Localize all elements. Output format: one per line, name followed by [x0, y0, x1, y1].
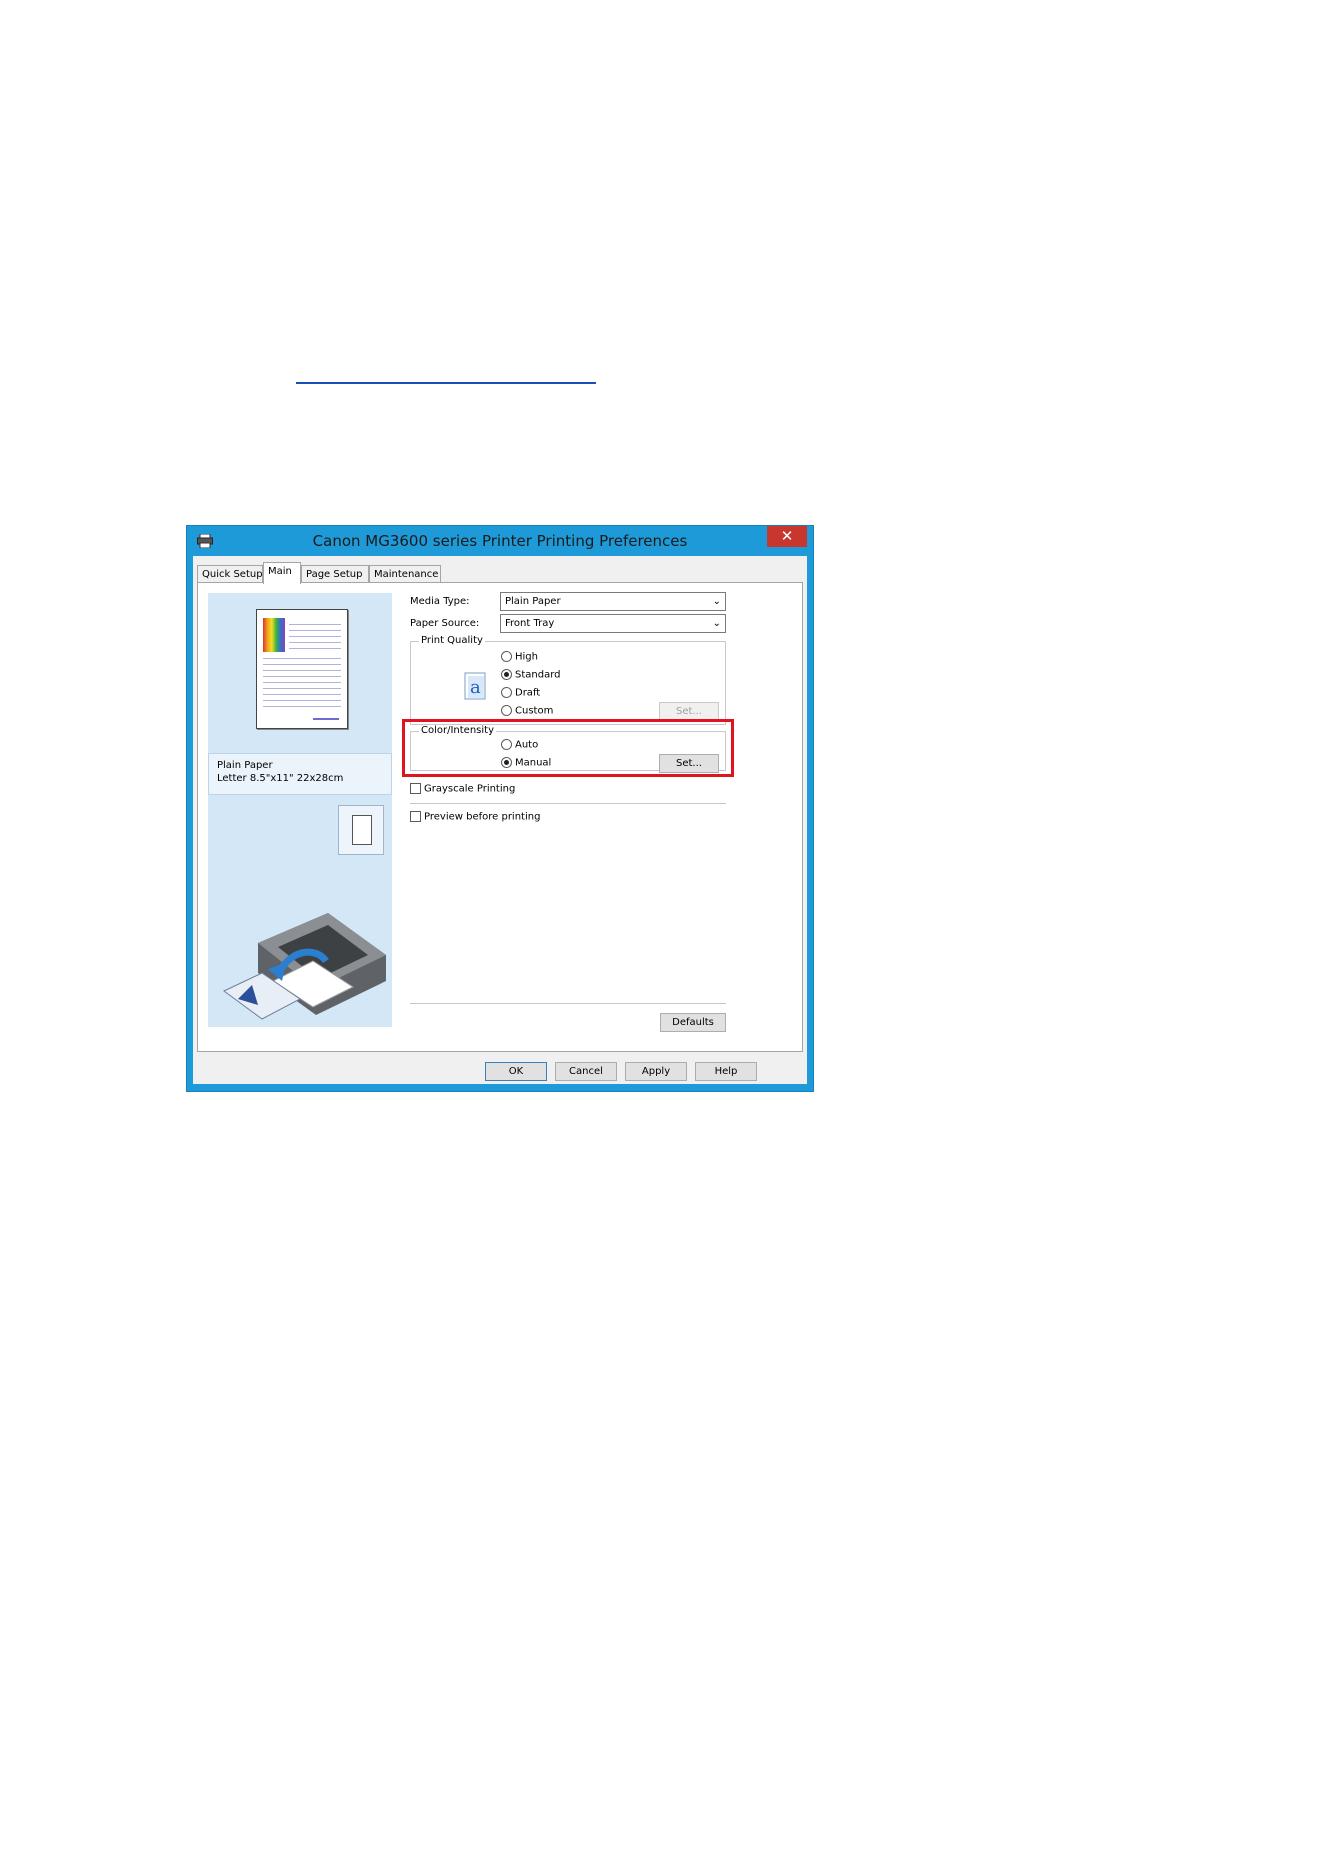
grayscale-printing-checkbox[interactable]: Grayscale Printing [410, 783, 515, 797]
color-option-auto[interactable]: Auto [501, 739, 538, 753]
checkbox[interactable] [410, 811, 421, 822]
media-type-label: Media Type: [410, 596, 470, 607]
paper-info-box: Plain Paper Letter 8.5"x11" 22x28cm [208, 753, 392, 795]
quality-option-custom[interactable]: Custom [501, 705, 553, 719]
color-option-manual[interactable]: Manual [501, 757, 551, 771]
paper-source-value: Front Tray [505, 618, 555, 629]
color-intensity-group: Color/Intensity Auto Manual Set... [410, 725, 726, 773]
paper-info-size: Letter 8.5"x11" 22x28cm [217, 773, 344, 784]
color-intensity-title: Color/Intensity [419, 725, 497, 736]
color-set-button[interactable]: Set... [659, 754, 719, 773]
preview-before-printing-label: Preview before printing [424, 811, 541, 823]
paper-source-label: Paper Source: [410, 618, 480, 629]
tab-main[interactable]: Main [263, 562, 301, 584]
tab-page-setup[interactable]: Page Setup [301, 565, 369, 583]
divider [410, 1003, 726, 1004]
quality-option-standard[interactable]: Standard [501, 669, 561, 683]
print-quality-icon: a [464, 672, 486, 700]
preview-before-printing-checkbox[interactable]: Preview before printing [410, 811, 540, 825]
quality-option-label: Draft [515, 687, 541, 699]
window-title: Canon MG3600 series Printer Printing Pre… [312, 532, 688, 550]
quality-option-high[interactable]: High [501, 651, 538, 665]
printer-illustration-icon [223, 913, 386, 1020]
ok-button[interactable]: OK [485, 1062, 547, 1081]
chevron-down-icon: ⌄ [712, 618, 721, 629]
settings-form: Media Type: Plain Paper ⌄ Paper Source: … [402, 583, 804, 1053]
quality-option-label: Standard [515, 669, 561, 681]
grayscale-printing-label: Grayscale Printing [424, 783, 516, 795]
title-bar[interactable]: Canon MG3600 series Printer Printing Pre… [187, 526, 813, 556]
printing-preferences-dialog: Canon MG3600 series Printer Printing Pre… [186, 525, 814, 1092]
main-tab-panel: Plain Paper Letter 8.5"x11" 22x28cm Medi… [197, 582, 803, 1052]
radio-button[interactable] [501, 651, 512, 662]
settings-preview-panel: Plain Paper Letter 8.5"x11" 22x28cm [208, 593, 392, 1027]
quality-option-draft[interactable]: Draft [501, 687, 540, 701]
document-link[interactable] [296, 362, 596, 384]
color-option-label: Manual [515, 757, 552, 769]
paper-info-media: Plain Paper [217, 760, 273, 771]
color-sample [263, 618, 285, 652]
print-quality-title: Print Quality [419, 635, 485, 646]
defaults-button[interactable]: Defaults [660, 1013, 726, 1032]
chevron-down-icon: ⌄ [712, 596, 721, 607]
tab-maintenance[interactable]: Maintenance [369, 565, 441, 583]
svg-text:a: a [470, 677, 481, 698]
radio-button[interactable] [501, 705, 512, 716]
close-button[interactable]: ✕ [767, 526, 807, 547]
divider [410, 803, 726, 804]
page-orientation-icon [338, 805, 384, 855]
radio-button[interactable] [501, 739, 512, 750]
paper-preview-image [256, 609, 348, 729]
dialog-client-area: Quick Setup Main Page Setup Maintenance [193, 556, 807, 1084]
quality-option-label: Custom [515, 705, 554, 717]
quality-option-label: High [515, 651, 538, 663]
color-option-label: Auto [515, 739, 539, 751]
help-button[interactable]: Help [695, 1062, 757, 1081]
cancel-button[interactable]: Cancel [555, 1062, 617, 1081]
radio-button-selected[interactable] [501, 669, 512, 680]
media-type-select[interactable]: Plain Paper ⌄ [500, 592, 726, 611]
tab-quick-setup[interactable]: Quick Setup [197, 565, 263, 583]
apply-button[interactable]: Apply [625, 1062, 687, 1081]
paper-source-select[interactable]: Front Tray ⌄ [500, 614, 726, 633]
media-type-value: Plain Paper [505, 596, 561, 607]
radio-button-selected[interactable] [501, 757, 512, 768]
radio-button[interactable] [501, 687, 512, 698]
checkbox[interactable] [410, 783, 421, 794]
print-quality-group: Print Quality a High Standard Draft Cust… [410, 635, 726, 725]
